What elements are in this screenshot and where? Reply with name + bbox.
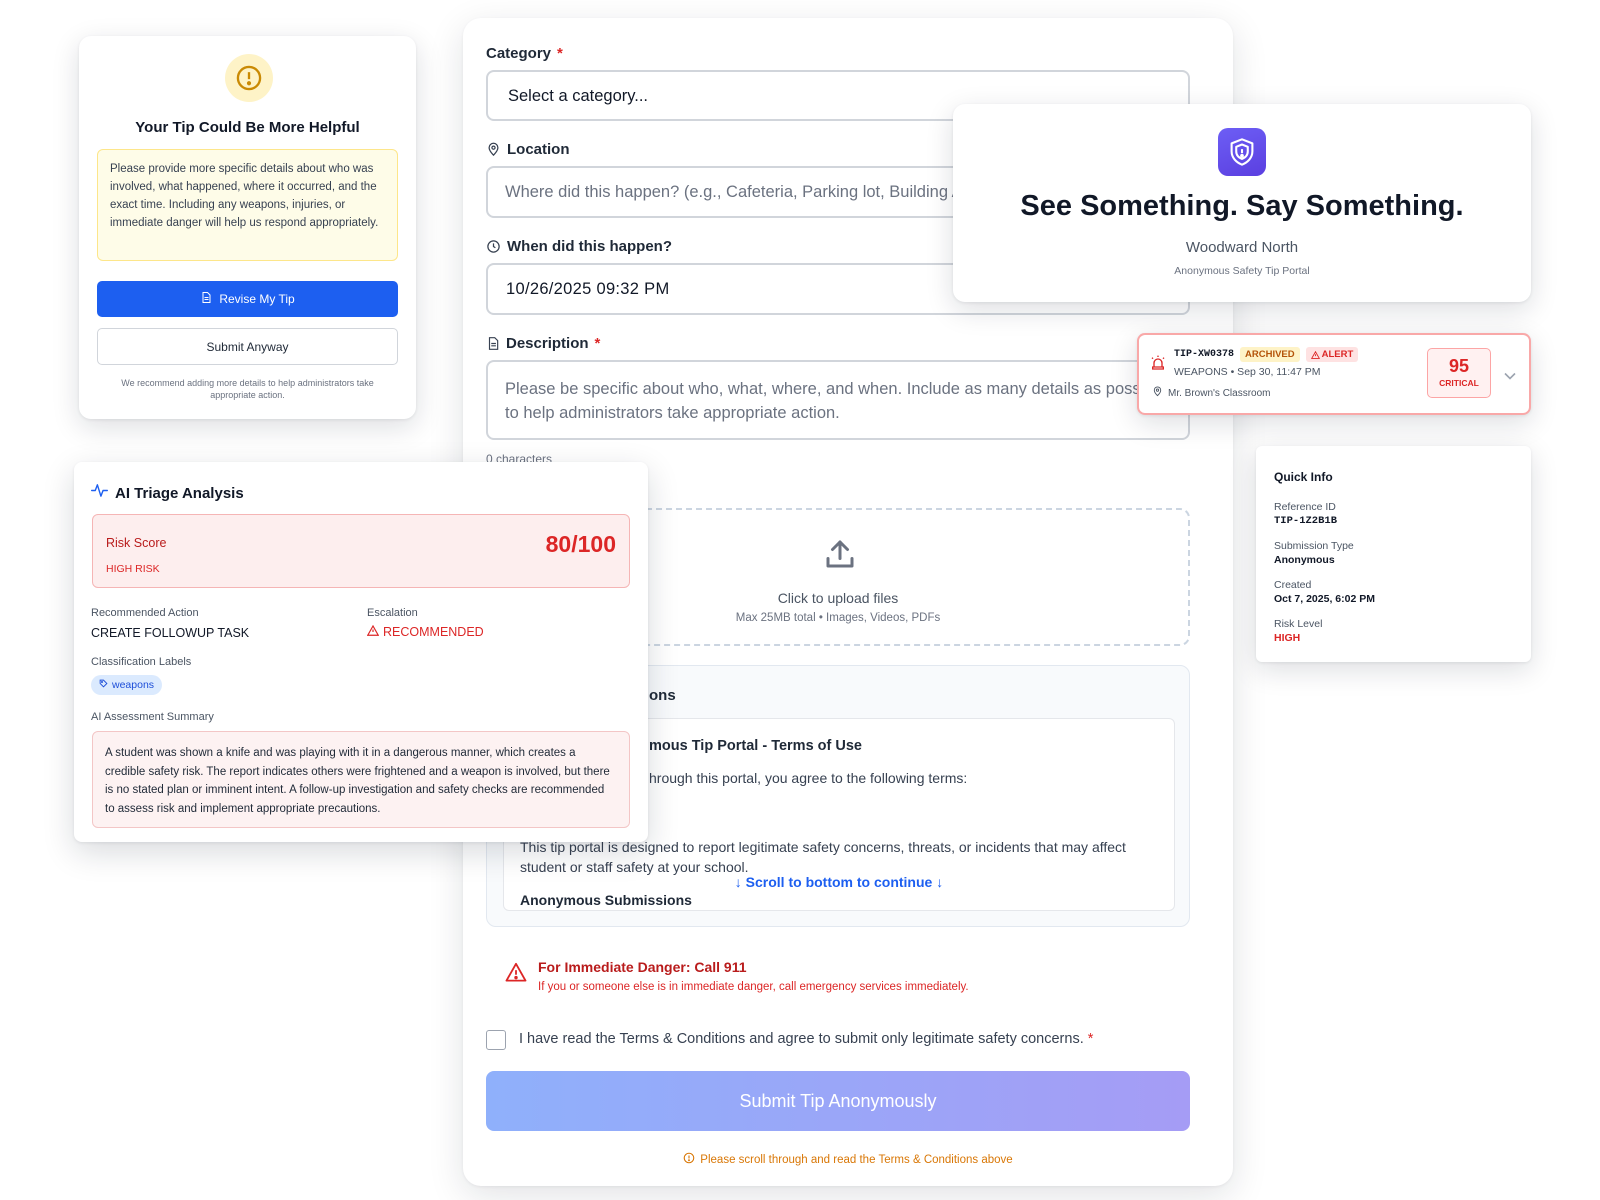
emergency-title: For Immediate Danger: Call 911 [538,959,747,975]
revise-tip-button[interactable]: Revise My Tip [97,281,398,317]
activity-pulse-icon [91,483,108,503]
document-icon [486,336,500,351]
chevron-down-icon[interactable] [1504,367,1516,385]
tip-location: Mr. Brown's Classroom [1152,386,1271,400]
description-placeholder: Please be specific about who, what, wher… [505,380,1167,422]
upload-icon [822,536,858,577]
classification-tag: weapons [91,675,163,695]
archived-badge: ARCHIVED [1240,347,1300,362]
portal-subtitle: Anonymous Safety Tip Portal [1174,265,1310,277]
agree-checkbox[interactable] [486,1030,506,1050]
risk-score-value: 80/100 [545,531,616,557]
description-textarea[interactable]: Please be specific about who, what, wher… [486,360,1190,440]
portal-title: See Something. Say Something. [1020,190,1464,222]
tip-quality-warning-card: Your Tip Could Be More Helpful Please pr… [79,36,416,419]
quick-info-title: Quick Info [1274,470,1333,484]
tip-id: TIP-XW0378 [1174,349,1235,360]
submission-type-label: Submission Type [1274,540,1354,552]
triage-title: AI Triage Analysis [115,484,244,502]
terms-body: This tip portal is designed to report le… [520,839,1126,875]
scroll-notice: Please scroll through and read the Terms… [463,1152,1233,1167]
terms-heading: ons [649,687,676,704]
school-name: Woodward North [1185,239,1299,256]
when-label: When did this happen? [486,238,672,255]
edit-document-icon [200,291,212,307]
risk-level-field: Risk Level HIGH [1274,618,1322,644]
submit-anyway-button[interactable]: Submit Anyway [97,328,398,365]
tip-meta: WEAPONS • Sep 30, 11:47 PM [1174,366,1321,378]
submission-type-field: Submission Type Anonymous [1274,540,1354,566]
critical-score: 95 [1448,356,1470,376]
risk-level-label: Risk Level [1274,618,1323,630]
ai-triage-card: AI Triage Analysis Risk Score HIGH RISK … [74,462,648,842]
alert-circle-icon [225,54,273,102]
siren-icon [1150,355,1166,376]
map-pin-icon [486,142,501,157]
terms-next-section: Anonymous Submissions [520,892,692,908]
submission-type-value: Anonymous [1274,554,1335,566]
warning-triangle-icon [505,962,527,987]
category-label: Category * [486,45,563,62]
escalation-value: RECOMMENDED [366,624,484,639]
terms-intro: hrough this portal, you agree to the fol… [649,770,968,786]
risk-score-label: Risk Score [106,536,167,550]
risk-level-value: HIGH [1274,632,1301,644]
location-placeholder: Where did this happen? (e.g., Cafeteria,… [505,183,969,201]
agree-label: I have read the Terms & Conditions and a… [519,1031,1094,1047]
created-value: Oct 7, 2025, 6:02 PM [1274,593,1375,605]
helpful-message: Please provide more specific details abo… [97,149,398,261]
clock-icon [486,239,501,254]
helpful-footnote: We recommend adding more details to help… [121,378,374,400]
triage-header: AI Triage Analysis [91,483,244,503]
info-circle-icon [683,1152,695,1167]
revise-tip-label: Revise My Tip [219,292,295,306]
tip-alert-row[interactable]: TIP-XW0378 ARCHIVED ALERT WEAPONS • Sep … [1137,333,1531,415]
critical-score-box: 95 CRITICAL [1427,348,1491,398]
reference-id-value: TIP-1Z2B1B [1274,515,1338,527]
escalation-label: Escalation [367,607,418,619]
risk-level-text: HIGH RISK [106,563,160,575]
when-datetime-value: 10/26/2025 09:32 PM [506,280,670,298]
ai-summary-label: AI Assessment Summary [91,711,214,723]
emergency-text: If you or someone else is in immediate d… [538,981,969,993]
map-pin-icon [1152,386,1163,400]
scroll-notice-text: Please scroll through and read the Terms… [700,1153,1013,1166]
category-select-value: Select a category... [508,87,649,105]
created-label: Created [1274,579,1312,591]
reference-id-field: Reference ID TIP-1Z2B1B [1274,501,1337,527]
tip-alert-header: TIP-XW0378 ARCHIVED ALERT [1174,347,1359,362]
created-field: Created Oct 7, 2025, 6:02 PM [1274,579,1375,605]
quick-info-card: Quick Info Reference ID TIP-1Z2B1B Submi… [1256,446,1531,662]
risk-score-panel: Risk Score HIGH RISK 80/100 [92,514,630,588]
ai-summary-text: A student was shown a knife and was play… [92,731,630,828]
critical-label: CRITICAL [1439,378,1479,388]
reference-id-label: Reference ID [1274,501,1336,513]
shield-logo-icon [1218,128,1266,176]
terms-title: mous Tip Portal - Terms of Use [649,738,862,754]
alert-badge: ALERT [1305,347,1359,362]
helpful-title: Your Tip Could Be More Helpful [135,119,360,136]
recommended-action-value: CREATE FOLLOWUP TASK [91,626,250,640]
classification-labels-label: Classification Labels [91,656,192,668]
submit-tip-button[interactable]: Submit Tip Anonymously [486,1071,1190,1131]
portal-header-card: See Something. Say Something. Woodward N… [953,104,1531,302]
location-label: Location [486,141,570,158]
tag-icon [99,679,108,691]
recommended-action-label: Recommended Action [91,607,199,619]
description-label: Description * [486,335,600,352]
scroll-hint: ↓ Scroll to bottom to continue ↓ [734,874,944,890]
warning-triangle-icon [366,624,380,639]
